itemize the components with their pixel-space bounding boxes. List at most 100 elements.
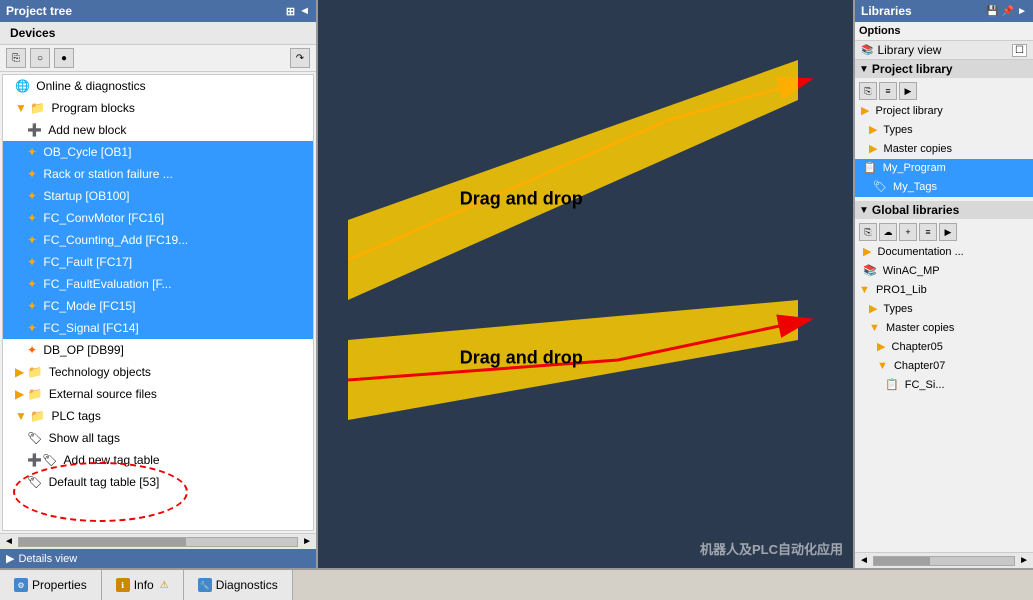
- copy-btn[interactable]: ⎘: [6, 48, 26, 68]
- tree-item-technology-objects[interactable]: ▶ 📁 Technology objects: [3, 361, 313, 383]
- header-icons: ⊞ ◄: [286, 5, 310, 18]
- lib-btn-1[interactable]: ⎘: [859, 82, 877, 100]
- lib-arrow-icon[interactable]: ►: [1017, 6, 1027, 17]
- library-view-row[interactable]: 📚 Library view ☐: [855, 41, 1033, 60]
- collapse-icon[interactable]: ◄: [299, 5, 310, 18]
- details-view-bar[interactable]: ▶ Details view: [0, 549, 316, 568]
- winac-label: WinAC_MP: [883, 265, 940, 277]
- tree-item-rack-station[interactable]: ✦ Rack or station failure ...: [3, 163, 313, 185]
- lib-scroll-left[interactable]: ◄: [859, 555, 869, 566]
- lib-save-icon[interactable]: 💾: [986, 6, 998, 17]
- tree-item-fc-fault-eval[interactable]: ✦ FC_FaultEvaluation [F...: [3, 273, 313, 295]
- nav-btn[interactable]: ↷: [290, 48, 310, 68]
- tree-item-label-technology-objects: Technology objects: [49, 365, 151, 379]
- chapter05-item[interactable]: ▶ Chapter05: [855, 338, 1033, 357]
- tree-item-fc-mode[interactable]: ✦ FC_Mode [FC15]: [3, 295, 313, 317]
- star-icon: ✦: [27, 321, 40, 335]
- project-tree-title: Project tree: [6, 4, 72, 18]
- properties-icon: ⚙: [14, 578, 28, 592]
- tree-item-label-online-diagnostics: Online & diagnostics: [36, 79, 145, 93]
- lib-btn-3[interactable]: ▶: [899, 82, 917, 100]
- master-copies-item[interactable]: ▶ Master copies: [855, 140, 1033, 159]
- scroll-left[interactable]: ◄: [4, 536, 14, 547]
- properties-tab[interactable]: ⚙ Properties: [0, 570, 102, 600]
- tree-item-fc-convmotor[interactable]: ✦ FC_ConvMotor [FC16]: [3, 207, 313, 229]
- lib-btn-2[interactable]: ≡: [879, 82, 897, 100]
- star-icon: ✦: [27, 277, 40, 291]
- lib-pin-icon[interactable]: 📌: [1002, 6, 1014, 17]
- tree-item-ob-cycle[interactable]: ✦ OB_Cycle [OB1]: [3, 141, 313, 163]
- tree-item-label-plc-tags: PLC tags: [52, 409, 101, 423]
- diagnostics-tab[interactable]: 🔧 Diagnostics: [184, 570, 293, 600]
- circle-empty-btn[interactable]: ○: [30, 48, 50, 68]
- libraries-header: Libraries 💾 📌 ►: [855, 0, 1033, 22]
- my-program-item[interactable]: 📋 My_Program: [855, 159, 1033, 178]
- lib-scroll-right[interactable]: ►: [1019, 555, 1029, 566]
- types-item[interactable]: ▶ Types: [855, 121, 1033, 140]
- my-tags-icon: 🏷: [873, 181, 887, 193]
- glib-btn-2[interactable]: ☁: [879, 223, 897, 241]
- tree-item-label-fc-signal: FC_Signal [FC14]: [43, 321, 138, 335]
- pro1-lib-label: PRO1_Lib: [876, 284, 927, 296]
- tree-item-default-tag-table[interactable]: 🏷 Default tag table [53]: [3, 471, 313, 493]
- pro1lib-item[interactable]: ▼ PRO1_Lib: [855, 281, 1033, 300]
- devices-tab[interactable]: Devices: [0, 22, 316, 45]
- info-tab[interactable]: ℹ Info ⚠: [102, 570, 184, 600]
- star-icon: ✦: [27, 167, 40, 181]
- scroll-right[interactable]: ►: [302, 536, 312, 547]
- project-library-item[interactable]: ▶ Project library: [855, 102, 1033, 121]
- library-view-toggle[interactable]: ☐: [1012, 44, 1027, 57]
- watermark: 机器人及PLC自动化应用: [700, 539, 843, 558]
- my-program-label: My_Program: [883, 162, 946, 174]
- expand-arrow[interactable]: ▶: [6, 552, 14, 565]
- project-library-section-header[interactable]: ▼ Project library: [855, 60, 1033, 78]
- options-label: Options: [855, 22, 1033, 41]
- tree-item-label-fc-counting: FC_Counting_Add [FC19...: [43, 233, 188, 247]
- glib-btn-1[interactable]: ⎘: [859, 223, 877, 241]
- tree-item-add-tag-table[interactable]: ➕🏷 Add new tag table: [3, 449, 313, 471]
- tree-item-plc-tags[interactable]: ▼ 📁 PLC tags: [3, 405, 313, 427]
- glib-btn-3[interactable]: +: [899, 223, 917, 241]
- folder-icon: ▶ 📁: [15, 387, 46, 401]
- global-libs-collapse-icon[interactable]: ▼: [859, 205, 869, 216]
- folder-icon-master-sub: ▼: [869, 322, 880, 334]
- tree-item-label-fc-convmotor: FC_ConvMotor [FC16]: [43, 211, 164, 225]
- tree-content[interactable]: 🌐 Online & diagnostics▼ 📁 Program blocks…: [2, 74, 314, 531]
- circle-filled-btn[interactable]: ●: [54, 48, 74, 68]
- tree-item-fc-fault[interactable]: ✦ FC_Fault [FC17]: [3, 251, 313, 273]
- folder-icon-types-sub: ▶: [869, 303, 877, 315]
- my-tags-label: My_Tags: [893, 181, 937, 193]
- fc-si-item[interactable]: 📋 FC_Si...: [855, 376, 1033, 395]
- drag-label-top: Drag and drop: [460, 188, 583, 209]
- pin-icon[interactable]: ⊞: [286, 5, 295, 18]
- chapter07-item[interactable]: ▼ Chapter07: [855, 357, 1033, 376]
- add-tag-icon: ➕🏷: [27, 453, 61, 467]
- tree-item-startup[interactable]: ✦ Startup [OB100]: [3, 185, 313, 207]
- glib-btn-5[interactable]: ▶: [939, 223, 957, 241]
- tree-item-show-all-tags[interactable]: 🏷 Show all tags: [3, 427, 313, 449]
- tree-item-external-source[interactable]: ▶ 📁 External source files: [3, 383, 313, 405]
- tree-item-program-blocks[interactable]: ▼ 📁 Program blocks: [3, 97, 313, 119]
- my-tags-item[interactable]: 🏷 My_Tags: [855, 178, 1033, 197]
- tree-item-online-diagnostics[interactable]: 🌐 Online & diagnostics: [3, 75, 313, 97]
- master-copies-sub-item[interactable]: ▼ Master copies: [855, 319, 1033, 338]
- project-library-collapse-icon[interactable]: ▼: [859, 64, 869, 75]
- documentation-item[interactable]: ▶ Documentation ...: [855, 243, 1033, 262]
- glib-btn-4[interactable]: ≡: [919, 223, 937, 241]
- libraries-title: Libraries: [861, 4, 912, 18]
- folder-icon-ch05: ▶: [877, 341, 885, 353]
- arrows-svg: [318, 0, 853, 568]
- chapter07-label: Chapter07: [894, 360, 945, 372]
- tree-item-fc-signal[interactable]: ✦ FC_Signal [FC14]: [3, 317, 313, 339]
- tree-item-db-op[interactable]: ✦ DB_OP [DB99]: [3, 339, 313, 361]
- types-sub-item[interactable]: ▶ Types: [855, 300, 1033, 319]
- star-icon: ✦: [27, 343, 40, 357]
- tree-item-label-external-source: External source files: [49, 387, 157, 401]
- global-libraries-section-header[interactable]: ▼ Global libraries: [855, 201, 1033, 219]
- winac-item[interactable]: 📚 WinAC_MP: [855, 262, 1033, 281]
- tree-item-fc-counting[interactable]: ✦ FC_Counting_Add [FC19...: [3, 229, 313, 251]
- star-icon: ✦: [27, 255, 40, 269]
- fc-si-label: FC_Si...: [905, 379, 945, 391]
- tree-item-add-new-block[interactable]: ➕ Add new block: [3, 119, 313, 141]
- libraries-panel: Libraries 💾 📌 ► Options 📚 Library view ☐…: [853, 0, 1033, 568]
